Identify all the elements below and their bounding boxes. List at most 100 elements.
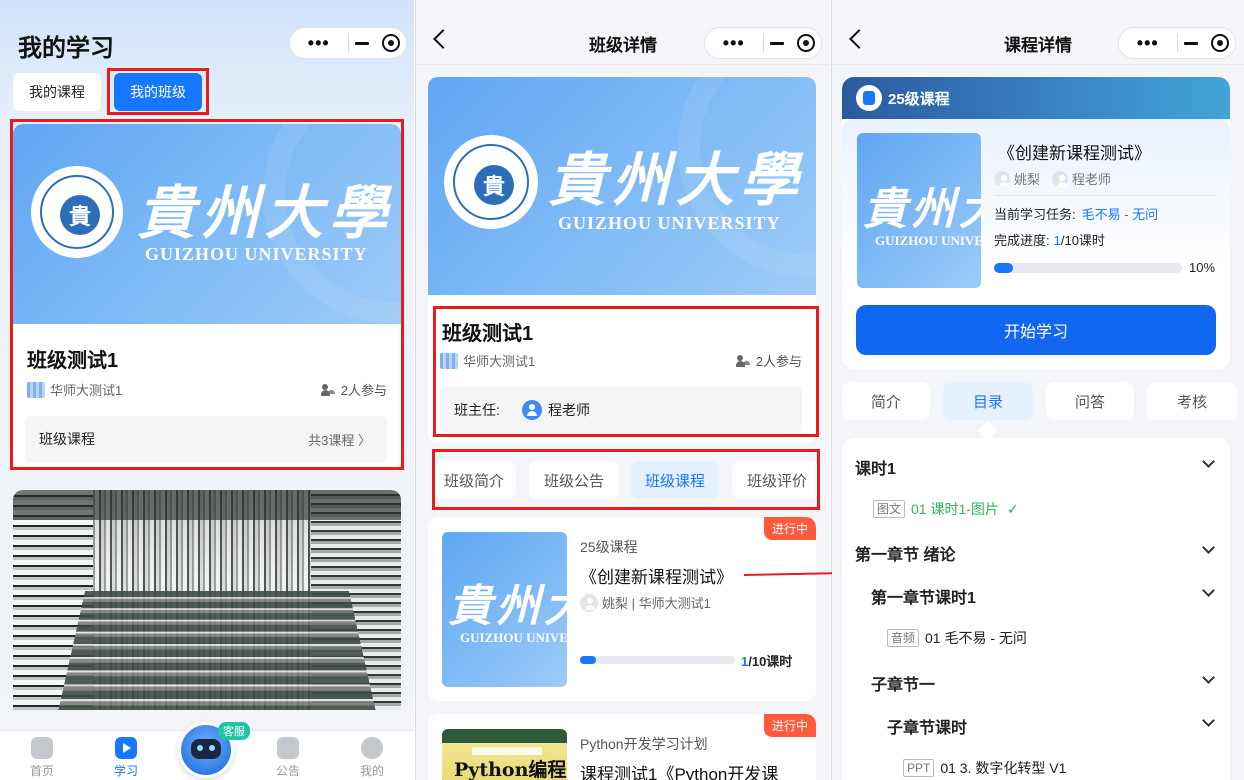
- section-item[interactable]: 第一章节课时1: [871, 584, 976, 608]
- minimize-icon[interactable]: [1177, 41, 1205, 45]
- close-mini-program-icon[interactable]: [1205, 34, 1235, 52]
- home-icon: [31, 737, 53, 759]
- university-calligraphy: 貴州大學: [548, 146, 805, 214]
- tab-my-classes[interactable]: 我的班级: [114, 73, 202, 111]
- tab-qa[interactable]: 问答: [1046, 382, 1134, 420]
- chapter-item[interactable]: 第一章节 绪论: [855, 541, 955, 565]
- university-calligraphy: 貴州大學: [137, 179, 394, 247]
- course-progress-text: 1/10课时: [741, 654, 793, 669]
- class-card[interactable]: 貴州大學 GUIZHOU UNIVERSITY 班级测试1 华师大测试1 2人参…: [13, 124, 401, 468]
- head-teacher-row: 班主任: 程老师: [440, 387, 802, 433]
- minimize-icon[interactable]: [763, 41, 791, 45]
- chapter-item[interactable]: 课时1: [855, 455, 896, 479]
- teachers-row: 姚梨 程老师: [994, 169, 1111, 188]
- progress-fill: [994, 263, 1013, 273]
- mini-program-capsule: •••: [289, 27, 407, 59]
- speaker-icon: [277, 737, 299, 759]
- course-logo-icon: [856, 85, 882, 111]
- nav-learning[interactable]: 学习: [96, 737, 156, 779]
- tab-intro[interactable]: 简介: [842, 382, 930, 420]
- my-learning-screen: 我的学习 ••• 我的课程 我的班级 貴州大學 GUIZHOU UNIVERSI…: [0, 0, 414, 780]
- university-english-name: GUIZHOU UNIVERSITY: [558, 213, 781, 233]
- tab-class-announcement[interactable]: 班级公告: [529, 461, 619, 499]
- lesson-type-tag: 音频: [887, 629, 920, 647]
- course-category: 25级课程: [580, 539, 638, 555]
- course-count: 共3课程 〉: [308, 432, 371, 448]
- minimize-icon[interactable]: [348, 41, 376, 45]
- teacher-avatar-icon: [994, 170, 1010, 187]
- subsection-item[interactable]: 子章节课时: [887, 714, 967, 738]
- people-icon: [320, 383, 337, 396]
- teacher-avatar-icon: [1052, 170, 1069, 187]
- status-badge: 进行中: [763, 714, 816, 737]
- teacher-avatar-icon: [522, 400, 542, 420]
- section-item[interactable]: 子章节一: [871, 671, 935, 695]
- status-badge: 进行中: [763, 517, 816, 540]
- more-icon[interactable]: •••: [290, 33, 348, 54]
- university-seal-icon: [31, 166, 123, 258]
- class-banner: 貴州大學 GUIZHOU UNIVERSITY: [13, 124, 401, 324]
- course-progress-bar: [580, 656, 735, 664]
- python-book-thumbnail: Python编程: [442, 729, 567, 780]
- tab-my-courses[interactable]: 我的课程: [13, 73, 101, 111]
- course-title: 《创建新课程测试》: [580, 568, 733, 587]
- class-title: 班级测试1: [27, 350, 119, 372]
- completion-progress: 完成进度: 1/10课时: [994, 233, 1105, 248]
- course-title: 课程测试1《Python开发课: [580, 765, 779, 780]
- lesson-item[interactable]: PPT 01 3. 数字化转型 V1: [903, 758, 1066, 778]
- class-banner: 貴州大學 GUIZHOU UNIVERSITY: [428, 77, 816, 295]
- library-class-image[interactable]: [13, 490, 401, 710]
- tab-assessment[interactable]: 考核: [1147, 382, 1237, 420]
- close-mini-program-icon[interactable]: [791, 34, 821, 52]
- lesson-item[interactable]: 图文 01 课时1-图片 ✓: [873, 499, 1019, 519]
- page-title: 我的学习: [18, 35, 114, 62]
- course-card[interactable]: 进行中 貴州大學 GUIZHOU UNIVERSITY 25级课程 《创建新课程…: [428, 517, 816, 701]
- nav-mine[interactable]: 我的: [342, 737, 402, 779]
- participant-count: 2人参与: [735, 351, 802, 370]
- course-thumbnail: 貴州大學 GUIZHOU UNIVERSITY: [857, 133, 981, 288]
- check-icon: ✓: [1006, 500, 1019, 517]
- org-logo-icon: [440, 352, 458, 369]
- org-logo-icon: [27, 381, 45, 398]
- class-title: 班级测试1: [442, 323, 534, 345]
- course-thumbnail: 貴州大學 GUIZHOU UNIVERSITY: [442, 532, 567, 687]
- course-title: 《创建新课程测试》: [998, 144, 1151, 163]
- progress-fill: [580, 656, 596, 664]
- course-card[interactable]: 进行中 Python编程 Python开发学习计划 课程测试1《Python开发…: [428, 714, 816, 780]
- start-learning-button[interactable]: 开始学习: [856, 305, 1216, 355]
- tab-class-reviews[interactable]: 班级评价: [732, 461, 822, 499]
- lesson-type-tag: 图文: [873, 500, 906, 518]
- nav-announcements[interactable]: 公告: [258, 737, 318, 779]
- class-info-card: 貴州大學 GUIZHOU UNIVERSITY 班级测试1 华师大测试1 2人参…: [428, 77, 816, 443]
- current-task: 当前学习任务: 毛不易 - 无问: [994, 207, 1159, 222]
- teacher-name: 程老师: [548, 402, 590, 418]
- mini-program-capsule: •••: [1118, 27, 1236, 59]
- mini-program-capsule: •••: [704, 27, 822, 59]
- class-courses-row[interactable]: 班级课程 共3课程 〉: [25, 416, 387, 462]
- lesson-item[interactable]: 音频 01 毛不易 - 无问: [887, 628, 1027, 648]
- course-summary-card: 25级课程 貴州大學 GUIZHOU UNIVERSITY 《创建新课程测试》 …: [842, 77, 1230, 369]
- lesson-type-tag: PPT: [903, 759, 935, 777]
- more-icon[interactable]: •••: [1119, 33, 1177, 54]
- class-org: 华师大测试1: [27, 380, 122, 399]
- play-icon: [115, 737, 137, 759]
- nav-home[interactable]: 首页: [12, 737, 72, 779]
- class-detail-screen: 班级详情 ••• 貴州大學 GUIZHOU UNIVERSITY 班级测试1 华…: [416, 0, 830, 780]
- current-task-value[interactable]: 毛不易 - 无问: [1082, 207, 1159, 222]
- teacher-avatar-icon: [580, 593, 598, 612]
- class-org: 华师大测试1: [440, 351, 535, 370]
- people-icon: [735, 354, 752, 367]
- course-card-header: 25级课程: [842, 77, 1230, 119]
- progress-percent: 10%: [1189, 260, 1216, 275]
- completion-progress-bar: [994, 263, 1182, 273]
- university-english-name: GUIZHOU UNIVERSITY: [145, 244, 368, 264]
- tab-class-intro[interactable]: 班级简介: [432, 461, 516, 499]
- close-mini-program-icon[interactable]: [376, 34, 406, 52]
- service-badge: 客服: [218, 722, 250, 740]
- participant-count: 2人参与: [320, 380, 387, 399]
- more-icon[interactable]: •••: [705, 33, 763, 54]
- tab-catalog[interactable]: 目录: [943, 382, 1033, 420]
- tab-class-courses[interactable]: 班级课程: [631, 461, 719, 499]
- course-category: Python开发学习计划: [580, 736, 708, 752]
- course-meta: 姚梨 | 华师大测试1: [580, 593, 711, 612]
